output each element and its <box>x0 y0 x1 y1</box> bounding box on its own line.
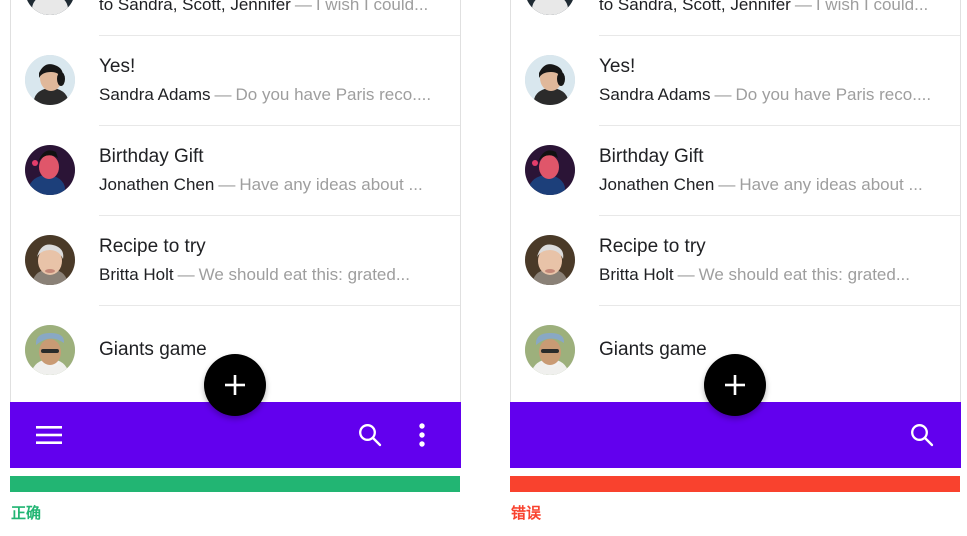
mail-dash: — <box>677 264 695 284</box>
mail-sender: Sandra Adams <box>99 84 211 104</box>
list-item[interactable]: Recipe to try Britta Holt — We should eat … <box>11 215 460 305</box>
avatar <box>525 325 575 375</box>
mail-dash: — <box>714 84 732 104</box>
mail-sender: Jonathen Chen <box>99 174 215 194</box>
avatar <box>25 145 75 195</box>
comparison-stage: Summer BBQ to Sandra, Scott, Jennifer—I … <box>0 0 967 536</box>
mail-meta: Sandra Adams — Do you have Paris reco.... <box>99 82 446 108</box>
mail-meta: to Sandra, Scott, Jennifer — I wish I coul… <box>99 0 446 18</box>
mail-dash: — <box>294 0 312 14</box>
mail-text: Summer BBQ to Sandra, Scott, Jennifer—I … <box>99 0 446 18</box>
mail-subject: Yes! <box>99 55 136 77</box>
list-item[interactable]: Summer BBQ to Sandra, Scott, Jennifer—I … <box>11 0 460 35</box>
mail-meta: Britta Holt — We should eat this: grated..… <box>99 262 446 288</box>
mail-text: Yes! Sandra Adams — Do you have Paris reco… <box>599 53 946 108</box>
mail-sender: Jonathen Chen <box>599 174 715 194</box>
panel-correct: Summer BBQ to Sandra, Scott, Jennifer—I … <box>10 0 461 536</box>
verdict-label-correct: 正确 <box>11 504 42 522</box>
mail-meta: Britta Holt — We should eat this: grated..… <box>599 262 946 288</box>
search-icon[interactable] <box>353 418 387 452</box>
mail-text: Recipe to try Britta Holt — We should eat … <box>99 233 446 288</box>
mail-sender: Britta Holt <box>599 264 674 284</box>
avatar <box>525 0 575 15</box>
mail-meta: Jonathen Chen — Have any ideas about ... <box>99 172 446 198</box>
mail-dash: — <box>214 84 232 104</box>
floating-action-button-wrong[interactable] <box>704 354 766 416</box>
mail-sender: to Sandra, Scott, Jennifer <box>599 0 791 14</box>
plus-icon <box>225 375 245 395</box>
mail-dash: — <box>177 264 195 284</box>
mail-subject: Recipe to try <box>599 235 706 257</box>
mail-snippet: Have any ideas about ... <box>239 174 423 194</box>
mail-dash: — <box>718 174 736 194</box>
mail-subject: Yes! <box>599 55 636 77</box>
avatar <box>25 235 75 285</box>
list-item[interactable]: Birthday Gift Jonathen Chen — Have any ide… <box>511 125 960 215</box>
mail-subject: Recipe to try <box>99 235 206 257</box>
verdict-bar-correct <box>10 476 460 492</box>
mail-text: Giants game <box>599 336 946 365</box>
avatar <box>25 55 75 105</box>
list-item[interactable]: Summer BBQ to Sandra, Scott, Jennifer—I … <box>511 0 960 35</box>
list-item[interactable]: Yes! Sandra Adams — Do you have Paris reco… <box>511 35 960 125</box>
avatar <box>525 55 575 105</box>
hamburger-menu-icon[interactable] <box>32 418 66 452</box>
mail-subject: Birthday Gift <box>599 145 704 167</box>
mail-subject: Giants game <box>599 338 707 360</box>
mail-snippet: I wish I could... <box>815 0 929 14</box>
mail-meta: Jonathen Chen — Have any ideas about ... <box>599 172 946 198</box>
overflow-menu-icon[interactable] <box>405 418 439 452</box>
mail-text: Yes! Sandra Adams — Do you have Paris reco… <box>99 53 446 108</box>
mail-text: Summer BBQ to Sandra, Scott, Jennifer—I … <box>599 0 946 18</box>
mail-snippet: Have any ideas about ... <box>739 174 923 194</box>
mail-snippet: Do you have Paris reco.... <box>735 84 932 104</box>
mail-text: Birthday Gift Jonathen Chen — Have any ide… <box>599 143 946 198</box>
floating-action-button-correct[interactable] <box>204 354 266 416</box>
mail-text: Recipe to try Britta Holt — We should eat … <box>599 233 946 288</box>
avatar <box>25 325 75 375</box>
mail-list-correct: Summer BBQ to Sandra, Scott, Jennifer—I … <box>11 0 460 395</box>
mail-subject: Giants game <box>99 338 207 360</box>
avatar <box>525 235 575 285</box>
avatar <box>525 145 575 195</box>
mail-snippet: Do you have Paris reco.... <box>235 84 432 104</box>
mail-sender: to Sandra, Scott, Jennifer <box>99 0 291 14</box>
mail-snippet: We should eat this: grated... <box>698 264 911 284</box>
avatar <box>25 0 75 15</box>
mail-dash: — <box>218 174 236 194</box>
mail-subject: Birthday Gift <box>99 145 204 167</box>
plus-icon <box>725 375 745 395</box>
mail-list-wrong: Summer BBQ to Sandra, Scott, Jennifer—I … <box>511 0 960 395</box>
verdict-label-wrong: 错误 <box>511 504 542 522</box>
mail-snippet: I wish I could... <box>315 0 429 14</box>
list-item[interactable]: Yes! Sandra Adams — Do you have Paris reco… <box>11 35 460 125</box>
list-item[interactable]: Recipe to try Britta Holt — We should eat … <box>511 215 960 305</box>
mail-meta: to Sandra, Scott, Jennifer — I wish I coul… <box>599 0 946 18</box>
mail-dash: — <box>794 0 812 14</box>
mail-snippet: We should eat this: grated... <box>198 264 411 284</box>
list-item[interactable]: Birthday Gift Jonathen Chen — Have any ide… <box>11 125 460 215</box>
panel-wrong: Summer BBQ to Sandra, Scott, Jennifer—I … <box>510 0 961 536</box>
mail-text: Giants game <box>99 336 446 365</box>
search-icon[interactable] <box>905 418 939 452</box>
mail-meta: Sandra Adams — Do you have Paris reco.... <box>599 82 946 108</box>
verdict-bar-wrong <box>510 476 960 492</box>
mail-sender: Sandra Adams <box>599 84 711 104</box>
mail-sender: Britta Holt <box>99 264 174 284</box>
mail-text: Birthday Gift Jonathen Chen — Have any ide… <box>99 143 446 198</box>
